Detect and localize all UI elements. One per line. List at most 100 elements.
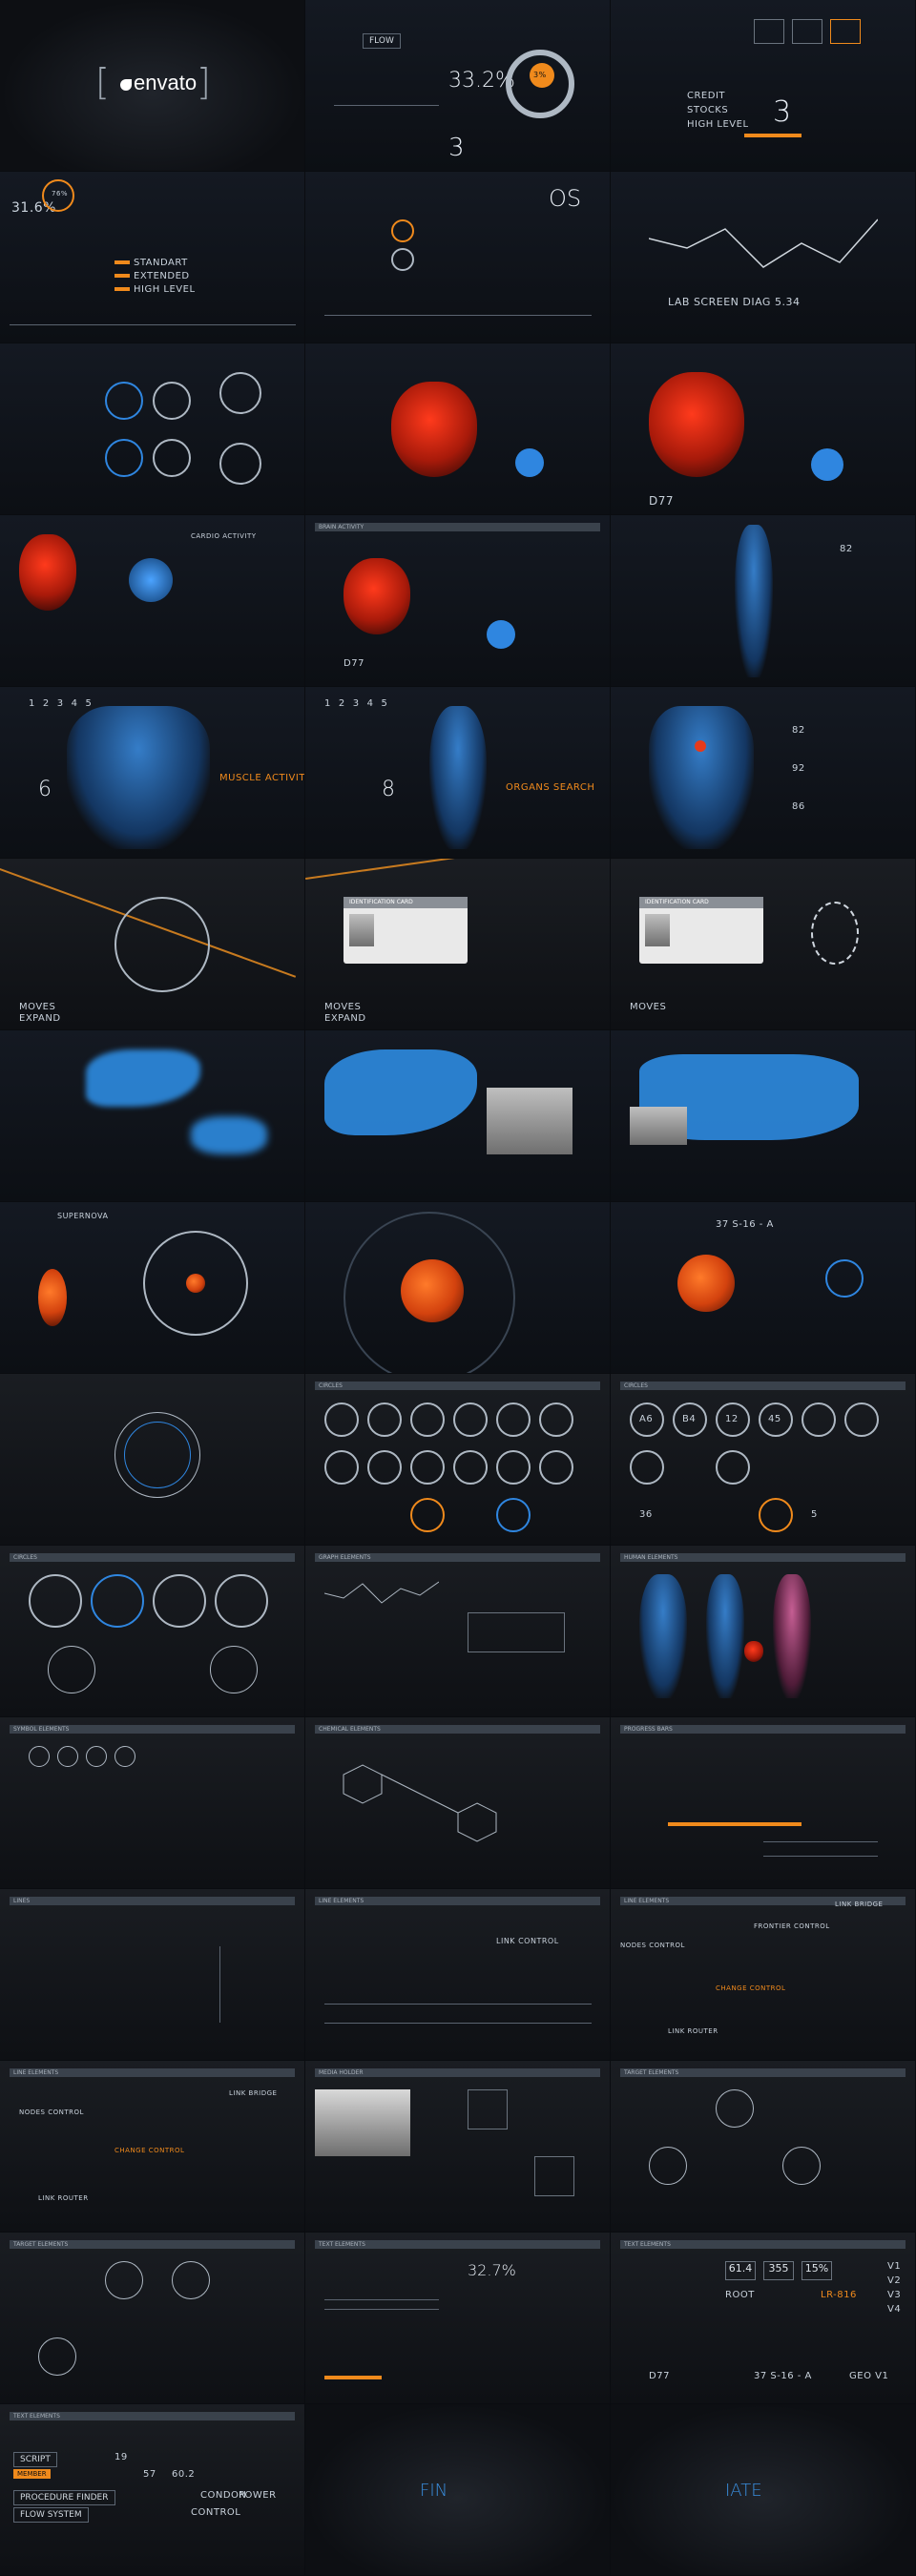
section-header: LINES	[10, 1897, 295, 1905]
step[interactable]: 1	[29, 698, 35, 709]
circle-element	[496, 1402, 531, 1437]
circle-element	[324, 1450, 359, 1485]
orbit-ring	[825, 1259, 864, 1298]
geo-label: GEO V1	[849, 2371, 889, 2381]
brain-icon	[487, 620, 515, 649]
human-body-figure	[429, 706, 487, 849]
step[interactable]: 2	[339, 698, 345, 709]
circle-element	[367, 1402, 402, 1437]
circle-element	[759, 1498, 793, 1532]
dashboard-tile-charts: OS	[305, 172, 611, 343]
world-map	[191, 1116, 267, 1154]
id-photo	[645, 914, 670, 946]
id-card: IDENTIFICATION CARD	[639, 897, 763, 964]
os-label: OS	[549, 185, 582, 212]
step[interactable]: 4	[72, 698, 78, 709]
circle-element	[673, 1402, 707, 1437]
link-bridge-label: LINK BRIDGE	[835, 1901, 884, 1908]
expand-label: EXPAND	[19, 1013, 61, 1024]
circles-tile	[0, 343, 305, 515]
target-elements-tile: TARGET ELEMENTS	[611, 2061, 916, 2233]
preview-grid: [ envato ] FLOW 33.2% 3% 3 CREDIT STOCKS…	[0, 0, 916, 2576]
readout: 82	[840, 544, 853, 554]
coord-label: 37 S-16 - A	[716, 1219, 774, 1230]
text-elements-tile-2: TEXT ELEMENTS 61.4 355 15% ROOT LR-816 V…	[611, 2233, 916, 2404]
graph-elements-tile: GRAPH ELEMENTS	[305, 1546, 611, 1717]
molecule-diagram	[343, 1764, 497, 1842]
circle-element	[496, 1498, 531, 1532]
world-map-tile	[0, 1030, 305, 1202]
member-tag: MEMBER	[13, 2469, 51, 2479]
section-header: GRAPH ELEMENTS	[315, 1553, 600, 1562]
section-header: CIRCLES	[315, 1381, 600, 1390]
text-elements-tile-3: TEXT ELEMENTS SCRIPT MEMBER PROCEDURE FI…	[0, 2404, 305, 2576]
planet	[677, 1255, 735, 1312]
step[interactable]: 2	[43, 698, 50, 709]
text-elements-tile: TEXT ELEMENTS 32.7%	[305, 2233, 611, 2404]
legend-credit: CREDIT	[687, 91, 726, 101]
body-scan-tile: 82	[611, 515, 916, 687]
route-line	[305, 859, 610, 880]
text-highlight	[324, 2376, 382, 2379]
dashboard-tile-flow: FLOW 33.2% 3% 3	[305, 0, 611, 172]
step[interactable]: 3	[57, 698, 64, 709]
symbol-icon	[86, 1746, 107, 1767]
readout: 92	[792, 763, 805, 774]
counter: 8	[382, 778, 395, 801]
circle-num: 36	[639, 1509, 653, 1520]
target-reticle	[114, 897, 210, 992]
circle-element	[539, 1450, 573, 1485]
line-element	[324, 2023, 592, 2024]
link-router-label: LINK ROUTER	[38, 2194, 89, 2202]
panel-box	[792, 19, 822, 44]
vitals-tile: 82 92 86	[611, 687, 916, 859]
section-header: TARGET ELEMENTS	[620, 2068, 906, 2077]
change-control-label: CHANGE CONTROL	[716, 1984, 786, 1992]
link-control-tile: LINE ELEMENTS LINK CONTROL	[305, 1889, 611, 2061]
circle-element	[453, 1450, 488, 1485]
step[interactable]: 3	[353, 698, 360, 709]
circle-element	[759, 1402, 793, 1437]
step[interactable]: 5	[382, 698, 388, 709]
step[interactable]: 1	[324, 698, 331, 709]
step[interactable]: 5	[86, 698, 93, 709]
graph-line	[324, 1581, 439, 1604]
circle-element	[91, 1574, 144, 1628]
heart-scan-tile	[305, 343, 611, 515]
credit-bar	[744, 134, 802, 137]
circles-set-tile: CIRCLES	[305, 1374, 611, 1546]
map-target-tile: MOVES EXPAND	[0, 859, 305, 1030]
circle-element	[105, 439, 143, 477]
planet	[38, 1269, 67, 1326]
stat-box: 61.4	[725, 2261, 756, 2280]
symbol-elements-tile: SYMBOL ELEMENTS	[0, 1717, 305, 1889]
symbol-icon	[29, 1746, 50, 1767]
heart-model	[744, 1641, 763, 1662]
progress-bars-tile: PROGRESS BARS	[611, 1717, 916, 1889]
legend-extended: EXTENDED	[134, 271, 190, 281]
root-label: ROOT	[725, 2290, 755, 2300]
planet-small	[186, 1274, 205, 1293]
human-body-figure	[639, 1574, 687, 1698]
media-frame	[315, 2089, 410, 2156]
circle-num: 5	[811, 1509, 818, 1520]
human-elements-tile: HUMAN ELEMENTS	[611, 1546, 916, 1717]
dashboard-tile-lab: LAB SCREEN DIAG 5.34	[611, 172, 916, 343]
section-header: TEXT ELEMENTS	[315, 2240, 600, 2249]
step-selector: 12345	[324, 698, 395, 709]
circles-set-tile-2: CIRCLES A6 B4 12 45 36 5	[611, 1374, 916, 1546]
moves-label: MOVES	[630, 1002, 667, 1012]
circle-element	[105, 382, 143, 420]
media-frame	[487, 1088, 572, 1154]
scan-label: CARDIO ACTIVITY	[191, 532, 257, 540]
step[interactable]: 4	[367, 698, 374, 709]
heart-model	[344, 558, 410, 634]
outro-tile: FIN	[305, 2404, 611, 2576]
legend-swatch	[114, 260, 130, 264]
section-header: CIRCLES	[10, 1553, 295, 1562]
planet	[401, 1259, 464, 1322]
patient-code: D77	[649, 494, 675, 508]
readout: 86	[792, 801, 805, 812]
circle-element	[219, 443, 261, 485]
world-map	[324, 1049, 477, 1135]
